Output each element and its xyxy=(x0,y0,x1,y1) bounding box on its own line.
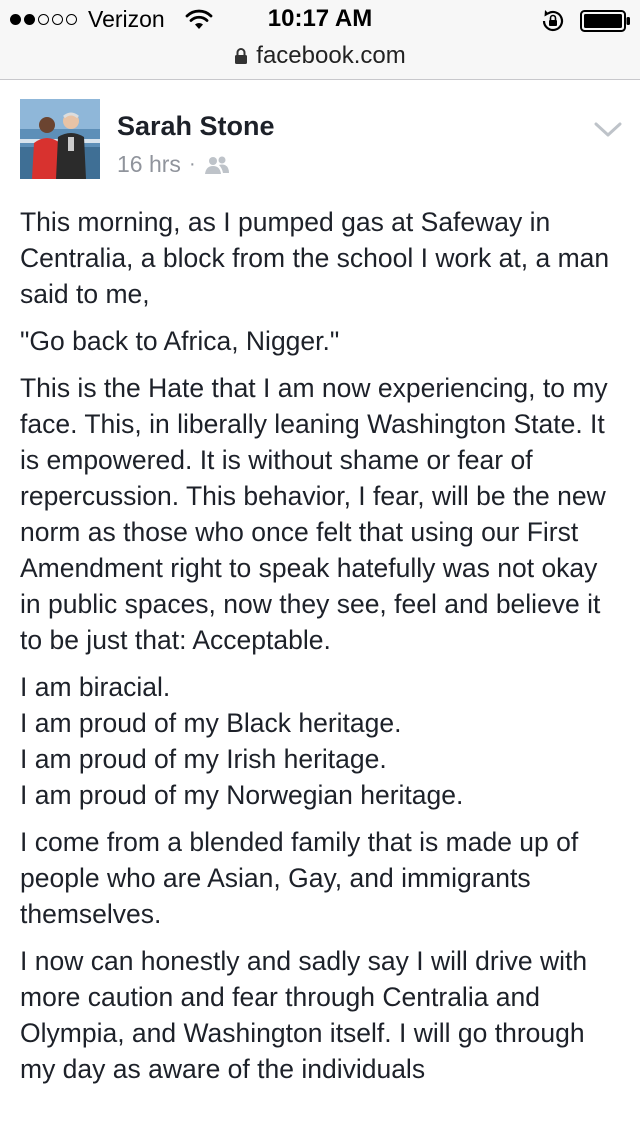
post-paragraph: This morning, as I pumped gas at Safeway… xyxy=(20,207,610,309)
address-bar[interactable]: facebook.com xyxy=(0,40,640,80)
facebook-post: Sarah Stone 16 hrs · This morning, as I … xyxy=(0,81,640,1136)
url-text[interactable]: facebook.com xyxy=(256,42,405,70)
post-line: I am biracial. xyxy=(20,672,171,702)
friends-icon xyxy=(204,156,229,174)
post-paragraph-list: I am biracial. I am proud of my Black he… xyxy=(20,669,625,813)
post-meta: 16 hrs · xyxy=(117,151,230,178)
post-line: I am proud of my Black heritage. xyxy=(20,708,402,738)
author-name[interactable]: Sarah Stone xyxy=(117,111,275,142)
post-paragraph: I come from a blended family that is mad… xyxy=(20,827,579,929)
post-paragraph: "Go back to Africa, Nigger." xyxy=(20,326,340,356)
lock-icon xyxy=(235,48,248,64)
battery-icon xyxy=(580,10,630,32)
status-bar: Verizon 10:17 AM xyxy=(0,0,640,40)
post-paragraph: I now can honestly and sadly say I will … xyxy=(20,946,588,1084)
meta-separator: · xyxy=(188,153,196,175)
post-body: This morning, as I pumped gas at Safeway… xyxy=(20,204,625,1098)
post-line: I am proud of my Irish heritage. xyxy=(20,744,387,774)
avatar[interactable] xyxy=(20,99,100,179)
rotation-lock-icon xyxy=(542,10,564,32)
post-line: I am proud of my Norwegian heritage. xyxy=(20,780,464,810)
post-timestamp[interactable]: 16 hrs xyxy=(117,151,181,178)
post-paragraph: This is the Hate that I am now experienc… xyxy=(20,373,608,655)
chevron-down-icon[interactable] xyxy=(593,121,623,139)
